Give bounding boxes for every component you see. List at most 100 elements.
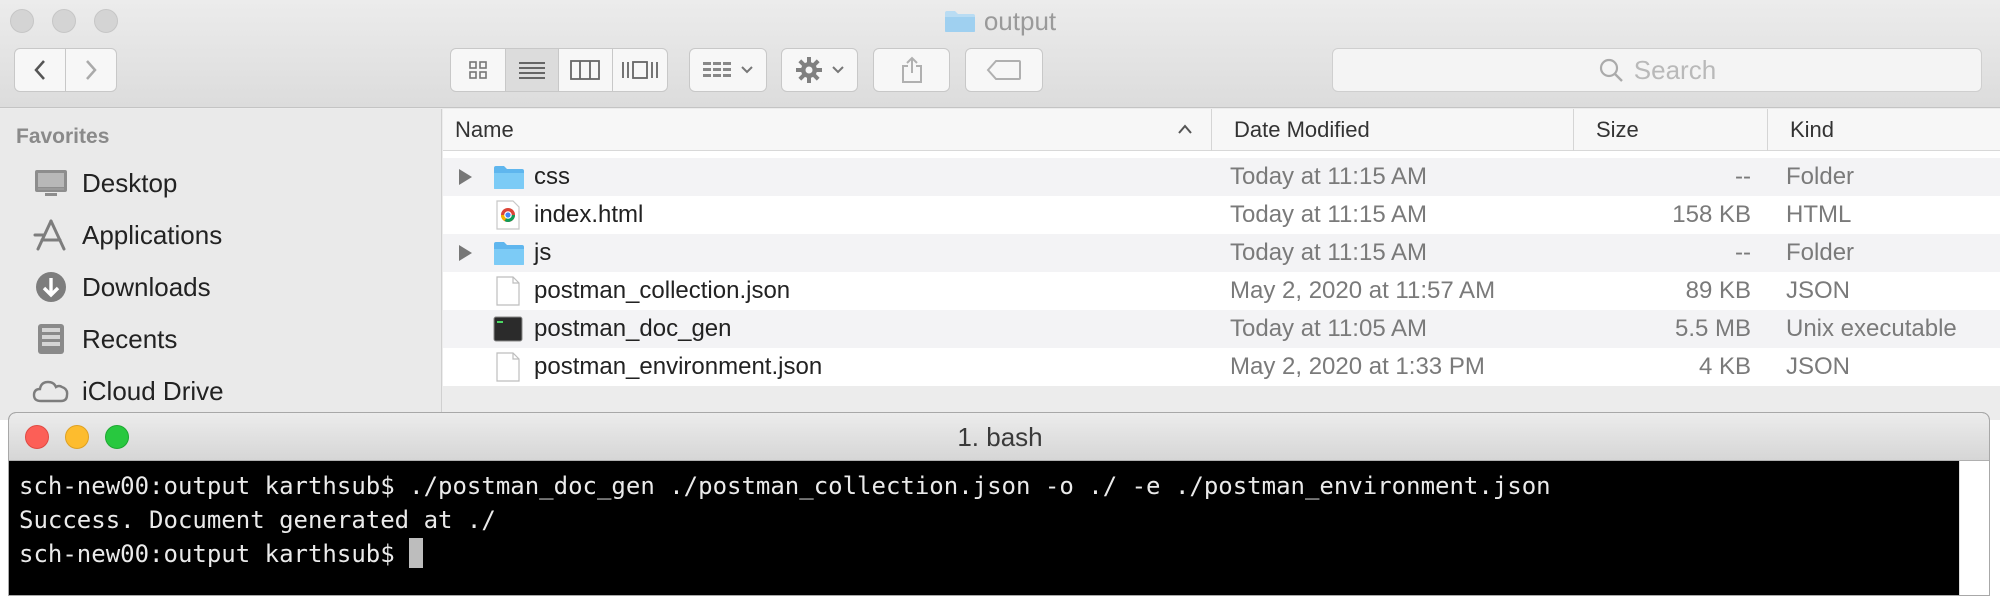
- file-size: 5.5 MB: [1674, 315, 1751, 342]
- file-row-postman-environment[interactable]: postman_environment.json May 2, 2020 at …: [443, 348, 2000, 386]
- file-kind: Unix executable: [1786, 315, 1957, 342]
- file-row-postman-collection[interactable]: postman_collection.json May 2, 2020 at 1…: [443, 272, 2000, 310]
- sidebar: Favorites Desktop Applications Downloads…: [0, 109, 442, 420]
- document-icon: [495, 348, 521, 386]
- file-name: postman_doc_gen: [534, 315, 732, 342]
- group-icon: [703, 62, 731, 77]
- icloud-icon: [32, 372, 70, 410]
- terminal-title: 1. bash: [957, 422, 1043, 452]
- tags-button[interactable]: [965, 48, 1043, 92]
- view-mode-control: [450, 48, 668, 92]
- columns-icon: [570, 60, 601, 80]
- action-button[interactable]: [781, 48, 858, 92]
- gallery-view-button[interactable]: [613, 49, 667, 91]
- recents-icon: [32, 320, 70, 358]
- file-date: Today at 11:15 AM: [1230, 239, 1428, 266]
- document-icon: [495, 272, 521, 310]
- gallery-icon: [621, 61, 658, 79]
- window-title: output: [0, 6, 2000, 37]
- share-icon: [901, 56, 922, 83]
- column-kind-label: Kind: [1790, 117, 1835, 142]
- column-size-label: Size: [1596, 117, 1639, 142]
- folder-icon: [493, 234, 525, 272]
- sidebar-item-icloud-drive[interactable]: iCloud Drive: [32, 371, 224, 411]
- column-header: Name Date Modified Size Kind: [443, 109, 2000, 151]
- terminal-titlebar: 1. bash: [9, 413, 1989, 461]
- sidebar-item-label: Desktop: [82, 167, 178, 198]
- terminal-scrollbar[interactable]: [1959, 461, 1989, 595]
- file-size: 89 KB: [1685, 277, 1751, 304]
- file-name: js: [534, 239, 552, 266]
- file-date: Today at 11:15 AM: [1230, 163, 1428, 190]
- column-view-button[interactable]: [559, 49, 613, 91]
- sort-ascending-icon: [1178, 124, 1192, 134]
- file-date: May 2, 2020 at 1:33 PM: [1230, 353, 1485, 380]
- terminal-prompt: sch-new00:output karthsub$: [19, 540, 410, 568]
- chevron-right-icon: [85, 60, 97, 80]
- terminal-line: sch-new00:output karthsub$ ./postman_doc…: [19, 472, 1551, 500]
- column-divider[interactable]: [1573, 109, 1574, 151]
- file-kind: JSON: [1786, 353, 1851, 380]
- disclosure-triangle[interactable]: [459, 234, 472, 272]
- file-row-css[interactable]: css Today at 11:15 AM -- Folder: [443, 158, 2000, 196]
- navigation-buttons: [14, 48, 117, 92]
- sidebar-item-label: Recents: [82, 323, 178, 354]
- group-by-button[interactable]: [689, 48, 767, 92]
- file-row-js[interactable]: js Today at 11:15 AM -- Folder: [443, 234, 2000, 272]
- sidebar-item-label: Applications: [82, 219, 223, 250]
- file-kind: HTML: [1786, 201, 1852, 228]
- folder-icon: [944, 11, 975, 32]
- terminal-window: 1. bash sch-new00:output karthsub$ ./pos…: [8, 412, 1990, 596]
- chrome-document-icon: [495, 196, 521, 234]
- tag-icon: [986, 60, 1021, 80]
- disclosure-triangle[interactable]: [459, 158, 472, 196]
- column-name-label: Name: [455, 117, 514, 142]
- column-kind-header[interactable]: Kind: [1790, 109, 1990, 151]
- terminal-line: Success. Document generated at ./: [19, 506, 496, 534]
- back-button[interactable]: [15, 49, 66, 91]
- column-date-header[interactable]: Date Modified: [1234, 109, 1584, 151]
- downloads-icon: [32, 268, 70, 306]
- file-row-postman-doc-gen[interactable]: postman_doc_gen Today at 11:05 AM 5.5 MB…: [443, 310, 2000, 348]
- sidebar-header: Favorites: [16, 125, 110, 148]
- chevron-down-icon: [741, 66, 753, 74]
- sidebar-item-applications[interactable]: Applications: [32, 215, 222, 255]
- file-name: postman_collection.json: [534, 277, 791, 304]
- file-list: Name Date Modified Size Kind css Today a…: [443, 109, 2000, 420]
- gear-icon: [795, 57, 822, 83]
- forward-button[interactable]: [66, 49, 117, 91]
- list-view-button[interactable]: [505, 49, 559, 91]
- executable-icon: [493, 310, 523, 348]
- file-kind: Folder: [1786, 163, 1855, 190]
- column-size-header[interactable]: Size: [1596, 109, 1766, 151]
- search-placeholder: Search: [1633, 54, 1717, 85]
- share-button[interactable]: [873, 48, 950, 92]
- chevron-down-icon: [831, 66, 844, 74]
- search-input[interactable]: Search: [1332, 48, 1982, 92]
- file-name: postman_environment.json: [534, 353, 823, 380]
- window-title-text: output: [983, 6, 1057, 36]
- list-icon: [518, 62, 545, 79]
- file-name: css: [534, 163, 570, 190]
- chevron-left-icon: [34, 60, 45, 80]
- column-divider[interactable]: [1767, 109, 1768, 151]
- grid-icon: [468, 61, 487, 79]
- icon-view-button[interactable]: [451, 49, 506, 91]
- file-size: 158 KB: [1672, 201, 1751, 228]
- sidebar-item-downloads[interactable]: Downloads: [32, 267, 211, 307]
- sidebar-item-recents[interactable]: Recents: [32, 319, 177, 359]
- column-name-header[interactable]: Name: [455, 109, 1035, 151]
- file-date: May 2, 2020 at 11:57 AM: [1230, 277, 1496, 304]
- file-row-index-html[interactable]: index.html Today at 11:15 AM 158 KB HTML: [443, 196, 2000, 234]
- folder-icon: [493, 158, 525, 196]
- file-size: --: [1735, 239, 1751, 266]
- sidebar-item-desktop[interactable]: Desktop: [32, 163, 177, 203]
- file-date: Today at 11:05 AM: [1230, 315, 1428, 342]
- terminal-prompt-line: sch-new00:output karthsub$: [19, 537, 1949, 571]
- sidebar-item-label: iCloud Drive: [82, 375, 224, 406]
- column-divider[interactable]: [1211, 109, 1212, 151]
- finder-toolbar: output Search: [0, 0, 2000, 108]
- search-icon: [1599, 58, 1623, 82]
- desktop-icon: [32, 164, 70, 202]
- terminal-output[interactable]: sch-new00:output karthsub$ ./postman_doc…: [9, 461, 1959, 595]
